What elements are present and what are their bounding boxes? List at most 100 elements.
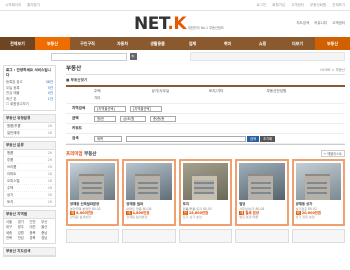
top-utility-bar: 시작페이지 즐겨찾기 로그인 회원가입 고객센터 부동산회원 전체보기: [0, 0, 350, 11]
favorites-link[interactable]: 즐겨찾기: [27, 3, 40, 8]
listing-card-partial[interactable]: [66, 229, 120, 243]
map-search-link[interactable]: 지도검색: [296, 21, 309, 26]
region-select[interactable]: [지역을선택]: [94, 105, 126, 112]
listing-location: 양재동 월세분양: [126, 215, 148, 220]
region-select[interactable]: [지역을선택]: [130, 105, 162, 112]
list-item[interactable]: 주택 26: [4, 185, 55, 192]
listing-location: 토지 상가 분양: [182, 215, 202, 220]
listing-location: 양재동 월세분양: [70, 215, 91, 220]
type-option[interactable]: 토지/기타: [209, 89, 267, 94]
filter-label: 금액: [72, 116, 79, 120]
listing-card[interactable]: 빌딩 사무실/상가 80.08 매 월세 분양 빌딩 분양 매물: [235, 159, 289, 226]
category-section: 부동산 유형분류 원룸/투룸 26 일반매매 26: [3, 113, 56, 138]
nav-business[interactable]: 업체: [175, 37, 210, 50]
site-logo[interactable]: NET.K 대한민국 No.1 부동산정보: [134, 14, 224, 34]
nav-realestate[interactable]: 부동산: [35, 37, 70, 50]
region-link[interactable]: 전남: [18, 236, 30, 242]
ad-banner[interactable]: [190, 52, 345, 61]
view-all-link[interactable]: 전체보기: [332, 3, 345, 8]
listing-photo: [126, 163, 172, 200]
filter-label: 키워드: [72, 126, 82, 130]
listing-photo: [182, 163, 229, 200]
type-option[interactable]: 상가/사무실: [152, 89, 210, 94]
logo-text: NET: [134, 14, 168, 34]
sidebar: 로그 : 안녕하세요 서비스입니다 등록된 광고 38건 오늘 등록 5건 관심 매…: [0, 63, 58, 260]
search-input[interactable]: [51, 52, 127, 61]
listing-photo: [239, 163, 285, 200]
nav-all[interactable]: 전체보기: [0, 37, 35, 50]
listing-card-partial[interactable]: [178, 229, 233, 243]
site-header: NET.K 대한민국 No.1 부동산정보 지도검색 커뮤니티 고객센터: [0, 11, 350, 37]
section-title: 부동산 분류: [4, 141, 55, 150]
type-option[interactable]: 부동산전성원: [267, 89, 325, 94]
listing-location: 빌딩 분양 매물: [239, 215, 259, 220]
nav-realestate-2[interactable]: 부동산: [315, 37, 350, 50]
listing-card-partial[interactable]: [122, 229, 176, 243]
nav-goods[interactable]: 생활용품: [140, 37, 175, 50]
listing-more-button[interactable]: + 매물리스트: [320, 150, 345, 157]
listing-photo: [295, 163, 341, 200]
list-item[interactable]: 쓰리룸 26: [4, 164, 55, 171]
section-title: 부동산 유형분류: [4, 114, 55, 123]
realtor-link[interactable]: 부동산회원: [310, 3, 326, 8]
member-ad-checkbox[interactable]: ☐ 회원광고보기: [6, 102, 29, 108]
nav-cars[interactable]: 자동차: [105, 37, 140, 50]
login-link[interactable]: 로그인: [257, 3, 267, 8]
listing-card[interactable]: 양재동 신축빌라분양 분양주택 분양전 80.02 매 8,000만원 양재동 월…: [66, 159, 120, 226]
help-link[interactable]: 고객센터: [332, 21, 345, 26]
list-item[interactable]: 투룸 26: [4, 157, 55, 164]
region-link[interactable]: 경북: [30, 236, 42, 242]
type-section: 부동산 분류 원룸 26 투룸 26 쓰리룸 26 아파트 26 오피스텔 26 주택 26…: [3, 140, 56, 207]
listing-location: 상가 임대 분양: [295, 215, 315, 220]
type-option[interactable]: 주택: [94, 89, 152, 94]
list-item[interactable]: 토지 26: [4, 199, 55, 206]
premium-listings: 양재동 신축빌라분양 분양주택 분양전 80.02 매 8,000만원 양재동 월…: [66, 159, 345, 226]
stat-value[interactable]: 1건: [48, 97, 53, 103]
region-section: 부동산 지역별 서울 경기 인천 부산 대구 광주 대전 울산 세종 강원 충북…: [3, 209, 56, 244]
support-link[interactable]: 고객센터: [291, 3, 304, 8]
start-page-link[interactable]: 시작페이지: [5, 3, 21, 8]
page-title: 부동산: [66, 66, 82, 72]
listing-card[interactable]: 토지 원룸/투룸 토지 80.05 전 18,800만원 토지 상가 분양: [178, 159, 233, 226]
filter-label: 검색: [72, 136, 79, 140]
list-item[interactable]: 상가 26: [4, 192, 55, 199]
listing-card[interactable]: 양재동 상가 상가점포 80.02 매 20,000만원 상가 임대 분양: [291, 159, 345, 226]
region-link[interactable]: 전북: [6, 236, 18, 242]
keyword-input[interactable]: [126, 135, 246, 142]
price-select[interactable]: 원/만: [94, 115, 116, 122]
search-row: 🔍: [0, 50, 350, 63]
search-field-select[interactable]: 제목: [94, 135, 122, 142]
login-box: 로그 : 안녕하세요 서비스입니다 등록된 광고 38건 오늘 등록 5건 관심 매…: [3, 65, 56, 111]
type-option[interactable]: 기타: [94, 96, 324, 101]
nav-shopping[interactable]: 쇼핑: [245, 37, 280, 50]
reset-button[interactable]: 초기화: [260, 135, 276, 142]
map-section: 부동산 지도검색: [3, 246, 56, 257]
login-box-title: 로그 : 안녕하세요 서비스입니다: [6, 68, 51, 77]
search-icon[interactable]: 🔍: [130, 53, 137, 60]
logo-accent: .K: [167, 14, 186, 34]
list-item[interactable]: 아파트 26: [4, 171, 55, 178]
breadcrumb: HOME > 부동산: [320, 68, 345, 72]
region-link[interactable]: 경남: [41, 236, 53, 242]
logo-slogan: 대한민국 No.1 부동산정보: [188, 26, 224, 30]
premium-title: 프리미엄 부동산: [66, 151, 97, 157]
price-select[interactable]: 층/층/층: [150, 115, 176, 122]
listing-card[interactable]: 양재동 빌라 아파트 연봉 80.08 매 4,800만원 양재동 월세분양: [122, 159, 176, 226]
listing-card-partial[interactable]: [235, 229, 289, 243]
nav-hobby[interactable]: 취미: [210, 37, 245, 50]
list-item[interactable]: 일반매매 26: [4, 130, 55, 137]
community-link[interactable]: 커뮤니티: [314, 21, 327, 26]
nav-more[interactable]: 더보기: [280, 37, 315, 50]
list-item[interactable]: 오피스텔 26: [4, 178, 55, 185]
checkbox-label: 회원광고보기: [10, 102, 29, 106]
nav-jobs[interactable]: 구인구직: [70, 37, 105, 50]
list-item[interactable]: 원룸 26: [4, 150, 55, 157]
listing-card-partial[interactable]: [291, 229, 345, 243]
section-subtitle: ■ 부동산찾기: [66, 78, 88, 82]
list-item[interactable]: 원룸/투룸 26: [4, 123, 55, 130]
search-button[interactable]: 검색: [247, 135, 260, 142]
listing-photo: [70, 163, 116, 200]
signup-link[interactable]: 회원가입: [272, 3, 285, 8]
price-select[interactable]: 상/조/원: [120, 115, 146, 122]
section-title[interactable]: 부동산 지도검색: [4, 247, 55, 256]
